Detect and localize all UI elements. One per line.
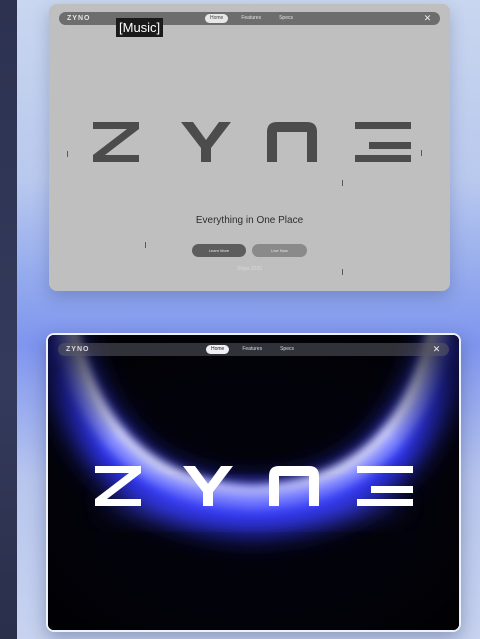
cta-row: Learn More Live Now: [192, 244, 307, 257]
hero-subline: Ships 2025: [236, 266, 263, 272]
hero-tagline: Everything in One Place: [195, 215, 304, 226]
x-icon[interactable]: ✕: [432, 345, 441, 354]
guide-tick: [67, 151, 68, 157]
nav-link-specs[interactable]: Specs: [275, 345, 299, 354]
navbar-links: Home Features Specs: [206, 345, 299, 354]
nav-link-specs[interactable]: Specs: [274, 14, 298, 23]
nav-link-home[interactable]: Home: [206, 345, 230, 354]
secondary-cta-button[interactable]: Live Now: [252, 244, 307, 257]
navbar-links: Home Features Specs: [205, 14, 298, 23]
left-edge-strip: [0, 0, 17, 639]
guide-tick: [342, 180, 343, 186]
headline-wordmark: [95, 466, 413, 506]
headline-wordmark: [93, 122, 411, 162]
video-caption: [Music]: [116, 18, 164, 37]
navbar-logo[interactable]: ZYNO: [67, 15, 90, 22]
nav-link-home[interactable]: Home: [205, 14, 229, 23]
nav-link-features[interactable]: Features: [236, 14, 266, 23]
navbar-logo[interactable]: ZYNO: [66, 346, 89, 353]
guide-tick: [145, 242, 146, 248]
nav-link-features[interactable]: Features: [237, 345, 267, 354]
wireframe-preview-card[interactable]: ZYNO Home Features Specs ✕ Everything in…: [49, 4, 450, 291]
guide-tick: [421, 150, 422, 156]
primary-cta-button[interactable]: Learn More: [192, 244, 246, 257]
x-icon[interactable]: ✕: [423, 14, 432, 23]
final-design-preview-card[interactable]: ZYNO Home Features Specs ✕: [46, 333, 461, 632]
preview-navbar: ZYNO Home Features Specs ✕: [58, 343, 449, 356]
